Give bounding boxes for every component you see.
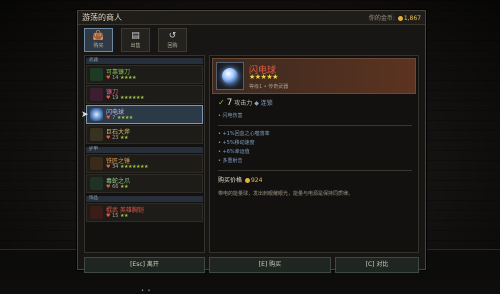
section-accessory: 饰品 [86,196,203,202]
item-detail-header: 闪电球 ★★★★★ 等级1 • 传奇武器 [212,58,416,94]
tab-buyback[interactable]: ↺ 回购 [158,28,187,52]
bag-icon: 👜 [92,31,105,41]
merchant-window: 游荡的商人 你的金币: 1,867 👜 购买 ▤ 出售 ↺ 回购 武器 可靠镰刀… [77,10,426,294]
item-stats: ♥ 19 ★★★★★★ [106,95,144,101]
item-stats: ♥ 23 ★★ [106,135,129,141]
tab-buyback-label: 回购 [167,43,178,49]
item-thumb [90,68,103,81]
item-large-icon [216,62,244,90]
item-detail-panel: 闪电球 ★★★★★ 等级1 • 传奇武器 ✓ 7 攻击力 ◆ 连锁 • 闪电伤害… [209,55,419,253]
attack-stat: ✓ 7 攻击力 ◆ 连锁 [218,98,273,108]
item-stats: ♥ 66 ★★ [106,184,129,190]
list-item[interactable]: 可靠镰刀 ♥ 14 ★★★★ [86,65,203,84]
gold-value: 1,867 [403,15,421,22]
list-item[interactable]: 镰刀 ♥ 19 ★★★★★★ [86,85,203,104]
item-detail-type: 等级1 • 传奇武器 [249,84,289,90]
list-item[interactable]: 巨石大斧 ♥ 23 ★★ [86,125,203,144]
divider [218,170,412,171]
cursor-arrow-icon: ➤ [81,110,89,120]
list-item-selected[interactable]: 闪电球 ♥ 7 ★★★★ [86,105,203,124]
item-stats: ♥ 15 ★★ [106,213,129,219]
list-item[interactable]: 铁匠之锤 ♥ 34 ★★★★★★★ [86,154,203,173]
check-icon: ✓ [218,98,225,107]
page-dots: • • [141,288,152,294]
divider [218,125,412,126]
section-weapons: 武器 [86,58,203,64]
list-item[interactable]: 毒蛇之爪 ♥ 66 ★★ [86,174,203,193]
item-detail-body: ✓ 7 攻击力 ◆ 连锁 • 闪电伤害 • +1%回血之心噬落率 • +5%移动… [218,98,412,197]
gold-label: 你的金币: [368,15,395,22]
window-title: 游荡的商人 [82,13,122,22]
item-thumb [90,177,103,190]
effect-line: • 闪电伤害 [218,113,243,119]
item-description: 带电的能量球，发出刺眼耀眼光，能量与电源是保持同质律。 [218,191,354,197]
buy-button[interactable]: [E] 购买 [209,257,331,273]
item-list[interactable]: 武器 可靠镰刀 ♥ 14 ★★★★ 镰刀 ♥ 19 ★★★★★★ 闪电球 ♥ 7… [84,55,205,294]
section-armor: 护甲 [86,147,203,153]
coin-icon [244,178,250,183]
tab-buy[interactable]: 👜 购买 [84,28,113,52]
item-thumb [90,157,103,170]
item-thumb [90,128,103,141]
bonus-line: • 多重射击 [218,158,243,164]
gold-display: 你的金币: 1,867 [369,13,421,22]
orb-icon [90,108,103,121]
item-stats: ♥ 7 ★★★★ [106,115,133,121]
tab-buy-label: 购买 [93,43,104,49]
item-stats: ♥ 34 ★★★★★★★ [106,164,148,170]
window-titlebar: 游荡的商人 你的金币: 1,867 [78,11,425,25]
item-thumb [90,206,103,219]
compare-button[interactable]: [C] 对比 [335,257,419,273]
bonus-line: • +1%回血之心噬落率 [218,131,270,137]
tab-sell[interactable]: ▤ 出售 [121,28,150,52]
item-thumb [90,88,103,101]
price-row: 购买价格 924 [218,177,263,184]
item-detail-stars: ★★★★★ [249,73,278,81]
coin-icon [397,16,403,21]
tab-sell-label: 出售 [130,43,141,49]
item-stats: ♥ 14 ★★★★ [106,75,136,81]
sell-icon: ▤ [131,31,140,41]
leave-button[interactable]: [Esc] 离开 [84,257,205,273]
lightning-orb-icon [222,68,238,84]
list-item[interactable]: 棍武 英雄胸铠 ♥ 15 ★★ [86,203,203,222]
buyback-icon: ↺ [168,31,177,41]
bonus-line: • +6%幸运值 [218,149,250,155]
bonus-line: • +5%移动速度 [218,140,255,146]
